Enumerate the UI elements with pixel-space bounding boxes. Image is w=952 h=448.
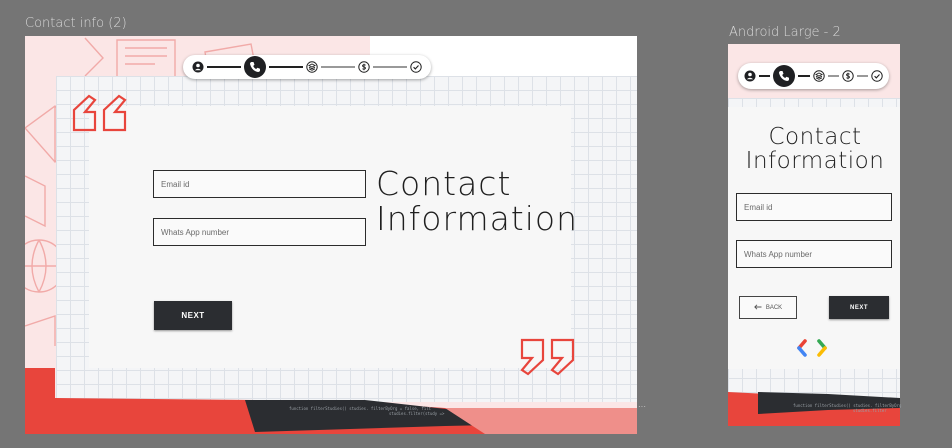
frame-title-mobile[interactable]: Android Large - 2 [729,25,841,40]
code-snippet-decoration: function filterStudies() studies. filter… [289,406,444,416]
check-circle-icon[interactable] [871,70,883,82]
layers-icon[interactable] [812,70,825,82]
bottom-decoration [25,368,637,434]
step-connector [827,75,839,77]
next-button[interactable]: NEXT [154,301,232,330]
arrow-left-icon [753,303,762,312]
coin-icon[interactable] [358,61,370,73]
email-field[interactable]: Email id [153,170,366,198]
open-quote-icon [72,94,127,132]
step-connector [798,75,810,77]
progress-stepper [738,63,889,89]
next-button[interactable]: NEXT [829,296,889,319]
progress-stepper [183,55,431,79]
code-line: studies.filter(study => [389,411,445,416]
step-connector [759,75,771,77]
back-button[interactable]: BACK [739,296,797,319]
step-connector [207,66,241,68]
whatsapp-number-field[interactable]: Whats App number [736,240,892,268]
person-icon[interactable] [192,61,204,73]
page-title: Contact Information [730,125,900,173]
code-line: studies.filter [853,408,887,413]
page-title-line1: Contact [768,124,862,150]
step-connector [321,66,355,68]
step-connector [856,75,868,77]
email-field[interactable]: Email id [736,193,892,221]
frame-title-desktop[interactable]: Contact info (2) [25,16,127,31]
page-title-line2: Information [376,198,579,238]
step-connector [373,66,407,68]
phone-icon[interactable] [773,65,796,87]
phone-icon[interactable] [244,56,266,78]
person-icon[interactable] [744,70,756,82]
back-button-label: BACK [765,304,783,311]
whatsapp-number-field[interactable]: Whats App number [153,218,366,246]
more-options-icon[interactable]: ··· [638,402,646,411]
page-title: Contact Information [376,164,579,238]
mobile-frame [728,44,900,426]
page-title-line2: Information [745,148,885,175]
check-circle-icon[interactable] [410,61,422,73]
coin-icon[interactable] [842,70,854,82]
layers-icon[interactable] [306,61,318,73]
page-title-line1: Contact [376,164,512,203]
close-quote-icon [520,338,575,376]
code-brackets-logo-icon [797,339,827,357]
code-snippet-decoration: function filterStudies() studies. filter… [793,403,901,413]
step-connector [269,66,303,68]
